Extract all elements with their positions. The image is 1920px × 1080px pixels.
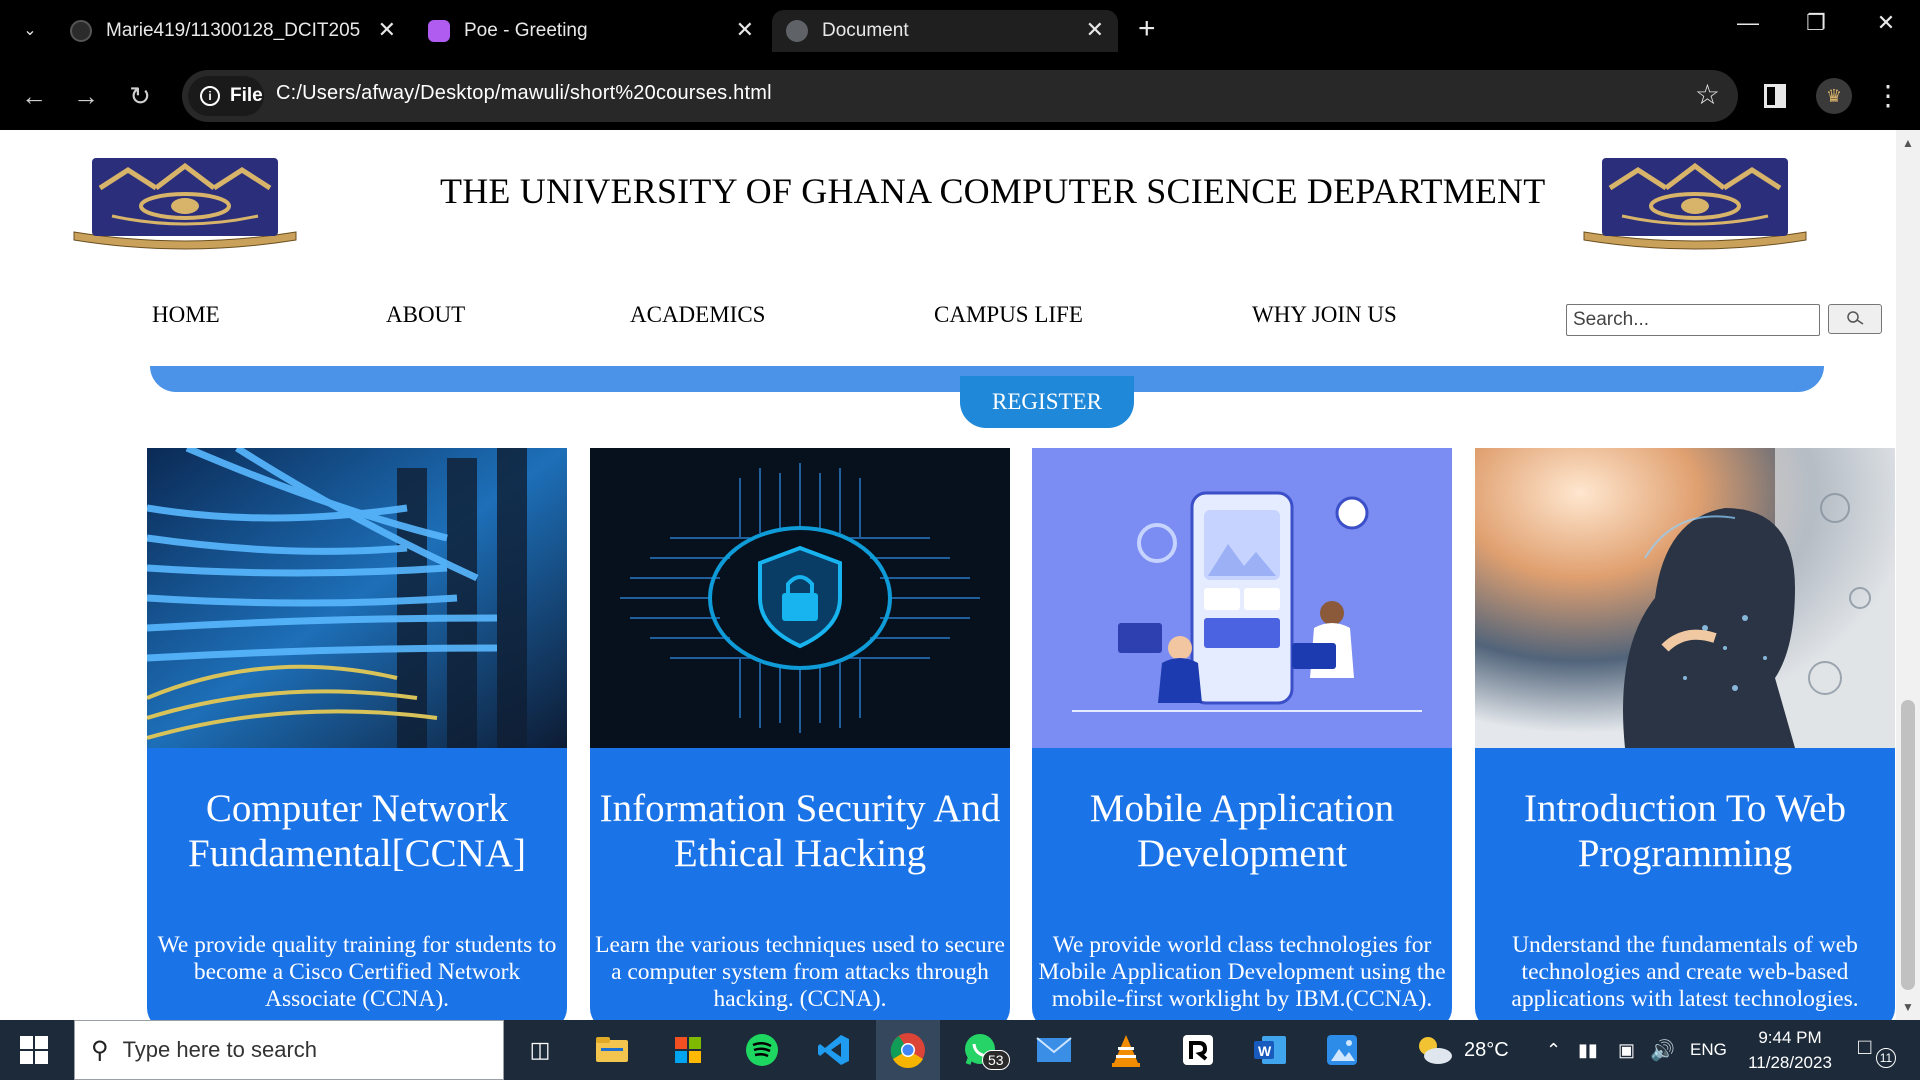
web-page: THE UNIVERSITY OF GHANA COMPUTER SCIENCE… xyxy=(0,130,1896,1020)
vlc-icon[interactable] xyxy=(1104,1028,1148,1072)
forward-icon[interactable]: → xyxy=(66,76,106,116)
course-title: Computer Network Fundamental[CCNA] xyxy=(188,787,526,875)
weather-temp: 28°C xyxy=(1464,1038,1509,1061)
menu-dots-icon[interactable]: ⋮ xyxy=(1874,76,1902,116)
taskbar-search-box[interactable]: ⚲ Type here to search xyxy=(74,1020,504,1080)
poe-icon xyxy=(428,20,450,42)
site-info-chip[interactable]: i File xyxy=(188,76,264,116)
info-icon: i xyxy=(200,86,220,106)
taskbar-clock[interactable]: 9:44 PM 11/28/2023 xyxy=(1722,1025,1858,1075)
scheme-label: File xyxy=(230,85,263,106)
bookmark-star-icon[interactable]: ☆ xyxy=(1695,80,1720,110)
notification-count: 11 xyxy=(1876,1048,1896,1068)
page-title: THE UNIVERSITY OF GHANA COMPUTER SCIENCE… xyxy=(440,171,1546,211)
course-description: Understand the fundamentals of web techn… xyxy=(1511,932,1859,1012)
whatsapp-badge: 53 xyxy=(982,1050,1010,1070)
nav-academics[interactable]: ACADEMICS xyxy=(630,302,765,328)
search-icon: ⚲ xyxy=(91,1036,109,1064)
close-icon[interactable]: ✕ xyxy=(736,17,754,43)
ai-person-image xyxy=(1475,448,1895,748)
course-card[interactable]: Computer Network Fundamental[CCNA] We pr… xyxy=(147,448,567,1020)
nav-about[interactable]: ABOUT xyxy=(386,302,465,328)
browser-toolbar: ← → ↻ i File C:/Users/afway/Desktop/mawu… xyxy=(0,62,1920,130)
tab-title: Document xyxy=(822,20,909,41)
windows-start-icon[interactable] xyxy=(20,1036,48,1064)
university-logo-left xyxy=(73,158,297,250)
show-hidden-icons[interactable]: ⌃ xyxy=(1546,1020,1561,1080)
mobile-development-image xyxy=(1032,448,1452,748)
page-scrollbar[interactable]: ▲ ▼ xyxy=(1896,130,1920,1020)
network-cables-image xyxy=(147,448,567,748)
file-explorer-icon[interactable] xyxy=(590,1028,634,1072)
search-button[interactable] xyxy=(1828,304,1882,334)
back-icon[interactable]: ← xyxy=(14,76,54,116)
tab-document[interactable]: Document ✕ xyxy=(772,10,1118,52)
volume-icon[interactable]: 🔊 xyxy=(1650,1020,1675,1080)
microsoft-store-icon[interactable] xyxy=(666,1028,710,1072)
weather-widget[interactable]: 28°C xyxy=(1414,1020,1509,1080)
course-card[interactable]: Information Security And Ethical Hacking… xyxy=(590,448,1010,1020)
search-input[interactable] xyxy=(1566,304,1820,336)
course-title: Information Security And Ethical Hacking xyxy=(599,787,1001,875)
spotify-icon[interactable] xyxy=(740,1028,784,1072)
tab-title: Poe - Greeting xyxy=(464,20,588,41)
tab-search-dropdown-icon[interactable]: ⌄ xyxy=(14,14,46,46)
task-view-icon[interactable]: ◫ xyxy=(518,1028,562,1072)
clock-time: 9:44 PM xyxy=(1758,1028,1822,1047)
university-logo-right xyxy=(1583,158,1807,250)
taskbar-search-placeholder: Type here to search xyxy=(122,1037,318,1062)
tab-github[interactable]: Marie419/11300128_DCIT205 ✕ xyxy=(70,10,410,52)
scroll-down-icon[interactable]: ▼ xyxy=(1902,1000,1914,1014)
nav-campus-life[interactable]: CAMPUS LIFE xyxy=(934,302,1083,328)
url-text[interactable]: C:/Users/afway/Desktop/mawuli/short%20co… xyxy=(276,82,772,105)
chrome-icon[interactable] xyxy=(886,1028,930,1072)
nav-why-join-us[interactable]: WHY JOIN US xyxy=(1252,302,1397,328)
search-icon xyxy=(1847,311,1864,325)
course-title: Introduction To Web Programming xyxy=(1524,787,1846,875)
battery-icon[interactable]: ▮▮ xyxy=(1578,1020,1598,1080)
close-window-icon[interactable]: ✕ xyxy=(1866,10,1906,36)
course-description: We provide quality training for students… xyxy=(157,932,557,1012)
weather-cloud-moon-icon xyxy=(1419,1037,1452,1064)
network-icon[interactable]: ▣ xyxy=(1618,1020,1635,1080)
clock-date: 11/28/2023 xyxy=(1748,1053,1832,1072)
mail-icon[interactable] xyxy=(1032,1028,1076,1072)
nav-home[interactable]: HOME xyxy=(152,302,220,328)
course-description: We provide world class technologies for … xyxy=(1038,932,1446,1012)
address-bar[interactable]: i File C:/Users/afway/Desktop/mawuli/sho… xyxy=(182,70,1738,122)
roblox-studio-icon[interactable] xyxy=(1176,1028,1220,1072)
notification-center-icon[interactable]: □ 11 xyxy=(1858,1034,1896,1068)
new-tab-icon[interactable]: + xyxy=(1138,12,1156,46)
windows-taskbar: ⚲ Type here to search ◫ 53 W 28°C ⌃ ▮▮ ▣ xyxy=(0,1020,1920,1080)
scrollbar-thumb[interactable] xyxy=(1901,700,1915,990)
profile-avatar[interactable]: ♛ xyxy=(1816,78,1852,114)
tab-poe[interactable]: Poe - Greeting ✕ xyxy=(428,10,768,52)
svg-text:W: W xyxy=(1258,1043,1272,1059)
tab-title: Marie419/11300128_DCIT205 xyxy=(106,20,361,41)
scroll-up-icon[interactable]: ▲ xyxy=(1902,136,1914,150)
side-panel-icon[interactable] xyxy=(1764,84,1786,108)
browser-tab-bar: ⌄ Marie419/11300128_DCIT205 ✕ Poe - Gree… xyxy=(0,0,1920,62)
close-icon[interactable]: ✕ xyxy=(378,17,396,43)
course-card[interactable]: Introduction To Web Programming Understa… xyxy=(1475,448,1895,1020)
register-button[interactable]: REGISTER xyxy=(960,376,1134,428)
security-shield-image xyxy=(590,448,1010,748)
course-title: Mobile Application Development xyxy=(1089,787,1395,875)
minimize-icon[interactable]: — xyxy=(1728,10,1768,36)
github-icon xyxy=(70,20,92,42)
word-icon[interactable]: W xyxy=(1248,1028,1292,1072)
course-card[interactable]: Mobile Application Development We provid… xyxy=(1032,448,1452,1020)
reload-icon[interactable]: ↻ xyxy=(120,76,160,116)
globe-icon xyxy=(786,20,808,42)
course-description: Learn the various techniques used to sec… xyxy=(595,932,1005,1012)
vscode-icon[interactable] xyxy=(812,1028,856,1072)
restore-icon[interactable]: ❐ xyxy=(1796,10,1836,36)
close-icon[interactable]: ✕ xyxy=(1086,17,1104,43)
photos-icon[interactable] xyxy=(1320,1028,1364,1072)
